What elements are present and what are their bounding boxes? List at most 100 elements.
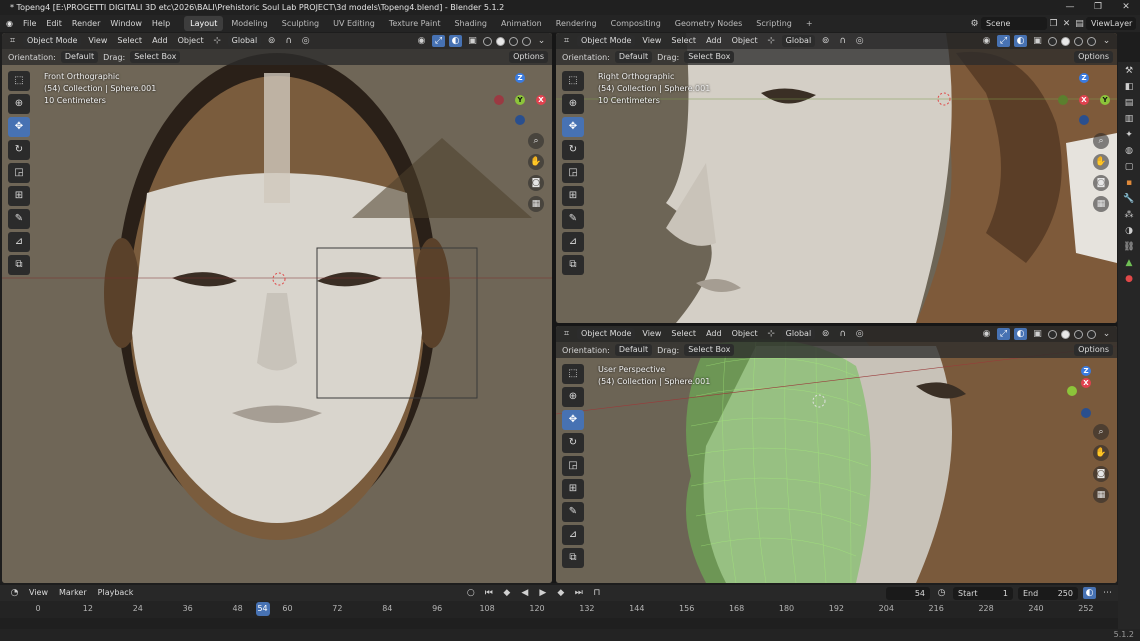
proportional-edit-icon[interactable]: ◎ (853, 328, 866, 340)
editor-type-icon[interactable]: ⌗ (560, 328, 573, 340)
menu-object[interactable]: Object (729, 35, 761, 47)
tool-properties-icon[interactable]: ⚒ (1125, 66, 1133, 76)
overlay-toggle-icon[interactable]: ◐ (1014, 328, 1027, 340)
shading-solid-icon[interactable] (1061, 36, 1070, 46)
ortho-grid-icon[interactable]: ▦ (528, 196, 544, 212)
shading-wireframe-icon[interactable] (1048, 329, 1057, 339)
cursor-tool-icon[interactable]: ⊕ (562, 94, 584, 114)
gizmo-neg-z-icon[interactable] (515, 115, 525, 125)
pivot-icon[interactable]: ⊚ (819, 328, 832, 340)
scene-selector[interactable]: Scene (981, 17, 1047, 30)
select-box-tool-icon[interactable]: ⬚ (562, 364, 584, 384)
camera-view-icon[interactable]: ◙ (1093, 175, 1109, 191)
material-properties-icon[interactable]: ● (1125, 274, 1133, 284)
drag-dropdown[interactable]: Select Box (130, 51, 181, 63)
navigation-gizmo[interactable]: Z X Y (1056, 71, 1112, 127)
menu-view[interactable]: View (639, 35, 664, 47)
drag-dropdown[interactable]: Select Box (684, 51, 735, 63)
tab-modeling[interactable]: Modeling (225, 16, 273, 31)
drag-dropdown[interactable]: Select Box (684, 344, 735, 356)
menu-object[interactable]: Object (729, 328, 761, 340)
gizmo-x-icon[interactable]: X (1079, 95, 1089, 105)
gizmo-neg-y-icon[interactable] (1058, 95, 1068, 105)
tab-geometry-nodes[interactable]: Geometry Nodes (669, 16, 748, 31)
gizmo-toggle-icon[interactable]: ⤢ (997, 35, 1010, 47)
zoom-icon[interactable]: ⌕ (1093, 133, 1109, 149)
options-button[interactable]: Options (1074, 51, 1113, 63)
gizmo-y-icon[interactable] (1067, 386, 1077, 396)
scale-tool-icon[interactable]: ◲ (8, 163, 30, 183)
rotate-tool-icon[interactable]: ↻ (562, 433, 584, 453)
orientation-dropdown[interactable]: Default (60, 51, 99, 63)
start-frame-field[interactable]: Start 1 (953, 586, 1013, 600)
shading-solid-icon[interactable] (496, 36, 505, 46)
viewport-front-orthographic[interactable]: ⌗ Object Mode View Select Add Object ⊹ G… (2, 33, 552, 583)
transform-orientation-dropdown[interactable]: Global (781, 35, 816, 47)
gizmo-z-icon[interactable]: Z (1081, 366, 1091, 376)
keying-icon[interactable]: ⊓ (590, 587, 603, 599)
add-cube-tool-icon[interactable]: ⧉ (8, 255, 30, 275)
annotate-tool-icon[interactable]: ✎ (562, 209, 584, 229)
xray-toggle-icon[interactable]: ▣ (466, 35, 479, 47)
menu-window[interactable]: Window (105, 15, 147, 32)
menu-render[interactable]: Render (67, 15, 105, 32)
gizmo-x-icon[interactable]: X (1081, 378, 1091, 388)
object-mode-dropdown[interactable]: Object Mode (577, 328, 636, 340)
close-button[interactable]: ✕ (1112, 0, 1140, 15)
orientation-dropdown[interactable]: Default (614, 344, 653, 356)
gizmo-z-icon[interactable]: Z (1079, 73, 1089, 83)
tab-layout[interactable]: Layout (184, 16, 224, 31)
rotate-tool-icon[interactable]: ↻ (8, 140, 30, 160)
ortho-grid-icon[interactable]: ▦ (1093, 196, 1109, 212)
overlay-toggle-icon[interactable]: ◐ (449, 35, 462, 47)
options-button[interactable]: Options (509, 51, 548, 63)
record-keyframe-icon[interactable]: ○ (464, 587, 477, 599)
snap-icon[interactable]: ∩ (282, 35, 295, 47)
gizmo-neg-x-icon[interactable] (494, 95, 504, 105)
rotate-tool-icon[interactable]: ↻ (562, 140, 584, 160)
particles-properties-icon[interactable]: ⁂ (1125, 210, 1134, 220)
tab-sculpting[interactable]: Sculpting (276, 16, 325, 31)
minimize-button[interactable]: — (1056, 0, 1084, 15)
tab-rendering[interactable]: Rendering (550, 16, 603, 31)
add-cube-tool-icon[interactable]: ⧉ (562, 255, 584, 275)
gizmo-toggle-icon[interactable]: ⤢ (997, 328, 1010, 340)
add-cube-tool-icon[interactable]: ⧉ (562, 548, 584, 568)
shading-options-icon[interactable]: ⌄ (1100, 35, 1113, 47)
select-box-tool-icon[interactable]: ⬚ (562, 71, 584, 91)
measure-tool-icon[interactable]: ⊿ (562, 232, 584, 252)
jump-prev-key-icon[interactable]: ◆ (500, 587, 513, 599)
shading-options-icon[interactable]: ⌄ (1100, 328, 1113, 340)
tab-compositing[interactable]: Compositing (605, 16, 667, 31)
collection-properties-icon[interactable]: ▢ (1125, 162, 1134, 172)
timeline-menu-view[interactable]: View (26, 587, 51, 599)
menu-view[interactable]: View (639, 328, 664, 340)
editor-type-icon[interactable]: ⌗ (560, 35, 573, 47)
tab-scripting[interactable]: Scripting (750, 16, 798, 31)
menu-edit[interactable]: Edit (41, 15, 67, 32)
timeline-body[interactable] (0, 618, 1118, 629)
view-layer-selector[interactable]: ViewLayer (1086, 17, 1136, 30)
annotate-tool-icon[interactable]: ✎ (562, 502, 584, 522)
tab-uv-editing[interactable]: UV Editing (327, 16, 381, 31)
scale-tool-icon[interactable]: ◲ (562, 163, 584, 183)
transform-orientation-dropdown[interactable]: Global (781, 328, 816, 340)
navigation-gizmo[interactable]: Z Y X (492, 71, 548, 127)
camera-view-icon[interactable]: ◙ (528, 175, 544, 191)
select-box-tool-icon[interactable]: ⬚ (8, 71, 30, 91)
move-tool-icon[interactable]: ✥ (562, 117, 584, 137)
constraints-properties-icon[interactable]: ⛓ (1123, 242, 1134, 252)
world-properties-icon[interactable]: ◍ (1125, 146, 1133, 156)
view-layer-properties-icon[interactable]: ▥ (1125, 114, 1134, 124)
shading-rendered-icon[interactable] (1087, 36, 1096, 46)
perspective-toggle-icon[interactable]: ▦ (1093, 487, 1109, 503)
object-mode-dropdown[interactable]: Object Mode (577, 35, 636, 47)
timeline-editor-type-icon[interactable]: ◔ (8, 587, 21, 599)
output-properties-icon[interactable]: ▤ (1125, 98, 1134, 108)
visibility-icon[interactable]: ◉ (980, 35, 993, 47)
move-tool-icon[interactable]: ✥ (8, 117, 30, 137)
menu-add[interactable]: Add (703, 328, 725, 340)
gizmo-x-icon[interactable]: X (536, 95, 546, 105)
measure-tool-icon[interactable]: ⊿ (562, 525, 584, 545)
shading-rendered-icon[interactable] (1087, 329, 1096, 339)
